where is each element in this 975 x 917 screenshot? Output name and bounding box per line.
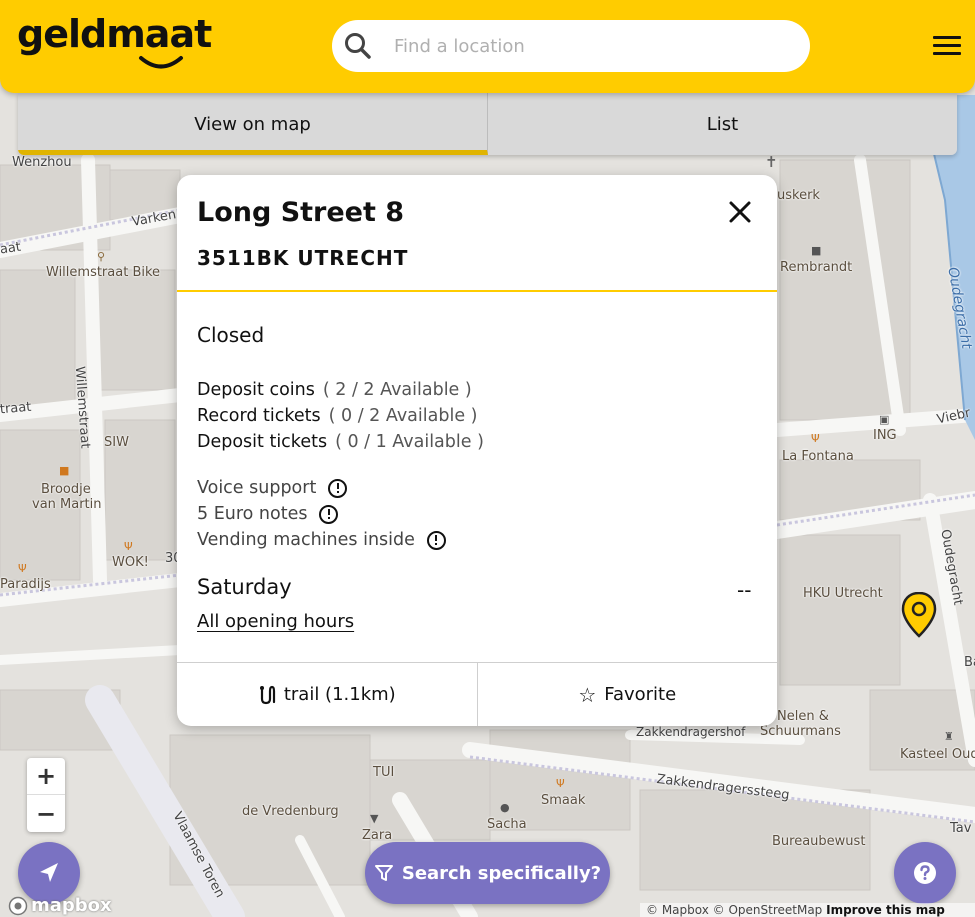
restaurant-icon: Ψ xyxy=(18,562,27,575)
location-city: 3511BK UTRECHT xyxy=(197,246,409,270)
service-availability: ( 2 / 2 Available ) xyxy=(322,380,472,400)
star-icon: ☆ xyxy=(578,682,597,707)
map-label: ING xyxy=(873,428,897,443)
favorite-button[interactable]: ☆ Favorite xyxy=(478,663,778,726)
search-icon[interactable] xyxy=(344,32,372,60)
zoom-control: + − xyxy=(27,758,65,832)
restaurant-icon: Ψ xyxy=(811,432,820,445)
header: geldmaat xyxy=(0,0,975,93)
close-icon[interactable] xyxy=(725,197,755,227)
map-label: Zara xyxy=(362,828,393,843)
service-row: Deposit tickets ( 0 / 1 Available ) xyxy=(197,432,484,452)
filter-icon xyxy=(374,865,393,881)
service-name: Deposit coins xyxy=(197,380,315,400)
feature-label: 5 Euro notes xyxy=(197,504,308,524)
improve-map-link[interactable]: Improve this map xyxy=(826,903,945,917)
route-label: trail (1.1km) xyxy=(283,684,396,705)
opening-hours: -- xyxy=(737,578,752,602)
help-button[interactable] xyxy=(894,842,956,904)
route-icon xyxy=(259,685,275,704)
search-input[interactable] xyxy=(394,20,794,72)
service-row: Deposit coins ( 2 / 2 Available ) xyxy=(197,380,472,400)
map-label: La Fontana xyxy=(782,449,854,464)
burger-icon: ■ xyxy=(59,464,70,477)
opening-day: Saturday xyxy=(197,575,292,599)
view-tabs: View on map List xyxy=(18,93,957,155)
mapbox-logo-icon xyxy=(8,896,28,915)
mapbox-logo[interactable]: mapbox xyxy=(8,895,112,916)
map-label: Sacha xyxy=(487,817,527,832)
zoom-in-button[interactable]: + xyxy=(27,758,65,795)
all-opening-hours-link[interactable]: All opening hours xyxy=(197,611,354,632)
map-label: uskerk xyxy=(777,188,820,203)
map-label: Wenzhou xyxy=(12,155,72,170)
map-label: Kasteel Oud xyxy=(900,747,975,762)
clothing-icon: ▼ xyxy=(370,812,379,825)
map-label: Schuurmans xyxy=(760,724,841,739)
map-label: Paradijs xyxy=(0,577,51,592)
service-row: Record tickets ( 0 / 2 Available ) xyxy=(197,406,478,426)
location-popup: Long Street 8 3511BK UTRECHT Closed Depo… xyxy=(177,175,777,726)
feature-row: Voice support xyxy=(197,478,348,498)
popup-footer: trail (1.1km) ☆ Favorite xyxy=(177,662,777,726)
map-label: SIW xyxy=(104,435,129,450)
church-icon: ✝ xyxy=(765,153,778,171)
feature-label: Vending machines inside xyxy=(197,530,415,550)
map-label: Tav xyxy=(950,821,972,836)
popup-header: Long Street 8 3511BK UTRECHT xyxy=(177,175,777,292)
hamburger-menu-icon[interactable] xyxy=(933,36,961,58)
map-label: Smaak xyxy=(541,793,586,808)
mapbox-logo-text: mapbox xyxy=(31,895,112,916)
restaurant-icon: Ψ xyxy=(124,540,133,553)
tab-list[interactable]: List xyxy=(488,93,957,155)
map-label: WOK! xyxy=(112,555,149,570)
search-specifically-button[interactable]: Search specifically? xyxy=(365,842,610,904)
search-specifically-label: Search specifically? xyxy=(401,862,602,884)
castle-icon: ♜ xyxy=(944,730,954,743)
map-label: Nelen & xyxy=(777,709,829,724)
zoom-out-button[interactable]: − xyxy=(27,795,65,832)
status-text: Closed xyxy=(197,323,265,347)
info-icon[interactable] xyxy=(426,530,446,550)
restaurant-icon: Ψ xyxy=(556,777,565,790)
service-availability: ( 0 / 1 Available ) xyxy=(335,432,484,452)
map-label: HKU Utrecht xyxy=(803,586,883,601)
map-label: Broodje xyxy=(41,482,91,497)
info-icon[interactable] xyxy=(328,478,348,498)
logo-smile-icon xyxy=(139,56,183,69)
shopping-bag-icon: ● xyxy=(500,801,510,814)
service-name: Deposit tickets xyxy=(197,432,328,452)
feature-row: 5 Euro notes xyxy=(197,504,339,524)
map-label: Willemstraat Bike xyxy=(46,265,161,280)
route-button[interactable]: trail (1.1km) xyxy=(177,663,478,726)
service-name: Record tickets xyxy=(197,406,321,426)
search-bar xyxy=(332,20,810,72)
map-label: Ba xyxy=(964,655,975,670)
bike-icon: ⚲ xyxy=(97,250,106,263)
map-attribution: © Mapbox © OpenStreetMap Improve this ma… xyxy=(640,903,975,917)
camera-icon: ■ xyxy=(811,244,822,257)
feature-row: Vending machines inside xyxy=(197,530,446,550)
feature-label: Voice support xyxy=(197,478,317,498)
map-label: Bureaubewust xyxy=(772,834,866,849)
map-label: Zakkendragershof xyxy=(636,725,746,739)
favorite-label: Favorite xyxy=(604,684,677,705)
map-label: van Martin xyxy=(32,497,102,512)
attribution-text: © Mapbox © OpenStreetMap xyxy=(646,903,823,917)
location-marker-icon[interactable] xyxy=(901,592,937,638)
bank-icon: ▣ xyxy=(879,413,890,426)
map-label: TUI xyxy=(373,765,395,780)
logo[interactable]: geldmaat xyxy=(17,12,212,56)
map-label: traat xyxy=(0,399,32,418)
tab-view-on-map[interactable]: View on map xyxy=(18,93,488,155)
map-label: aat xyxy=(0,239,22,258)
map-label: de Vredenburg xyxy=(242,804,339,819)
info-icon[interactable] xyxy=(319,504,339,524)
question-icon xyxy=(914,862,936,884)
location-street: Long Street 8 xyxy=(197,197,405,228)
service-availability: ( 0 / 2 Available ) xyxy=(328,406,478,426)
map-label: Rembrandt xyxy=(780,260,853,275)
